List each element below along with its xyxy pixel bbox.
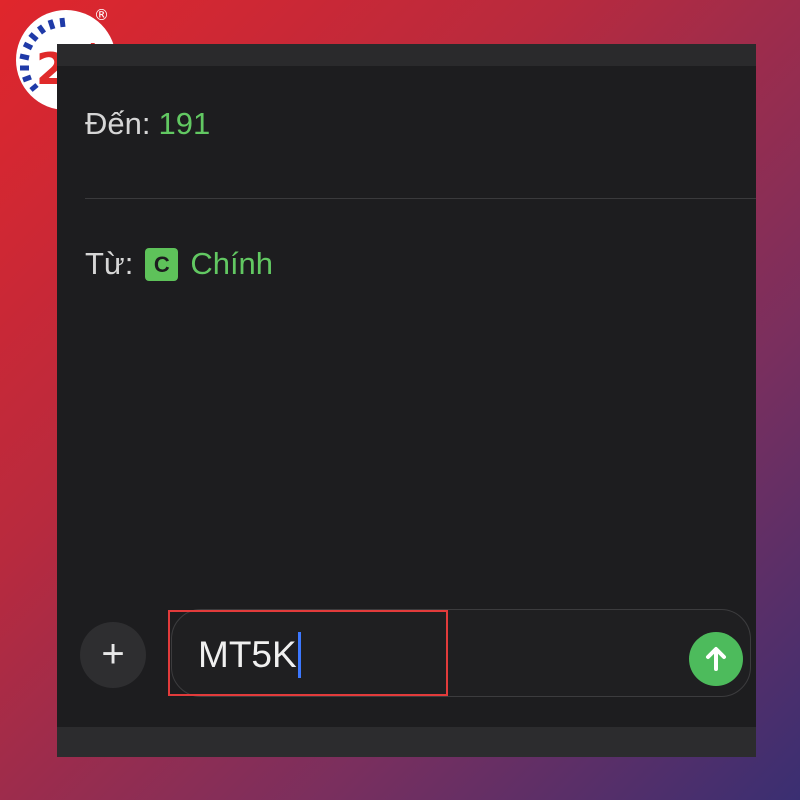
highlight-box <box>168 610 448 696</box>
sender-sim-row[interactable]: Từ: C Chính <box>85 246 273 282</box>
registered-mark: ® <box>94 6 109 24</box>
top-bar <box>57 44 756 66</box>
send-button[interactable] <box>689 632 743 686</box>
bottom-bar <box>57 727 756 757</box>
add-attachment-button[interactable]: + <box>80 622 146 688</box>
to-label: Đến: <box>85 106 151 141</box>
sim-badge-icon: C <box>145 247 179 281</box>
recipient-row[interactable]: Đến: 191 <box>85 106 210 142</box>
sim-name: Chính <box>190 246 274 281</box>
arrow-up-icon <box>706 647 726 671</box>
plus-icon: + <box>101 632 125 676</box>
divider <box>85 198 756 199</box>
from-label: Từ: <box>85 246 134 281</box>
recipient-number: 191 <box>158 106 211 141</box>
